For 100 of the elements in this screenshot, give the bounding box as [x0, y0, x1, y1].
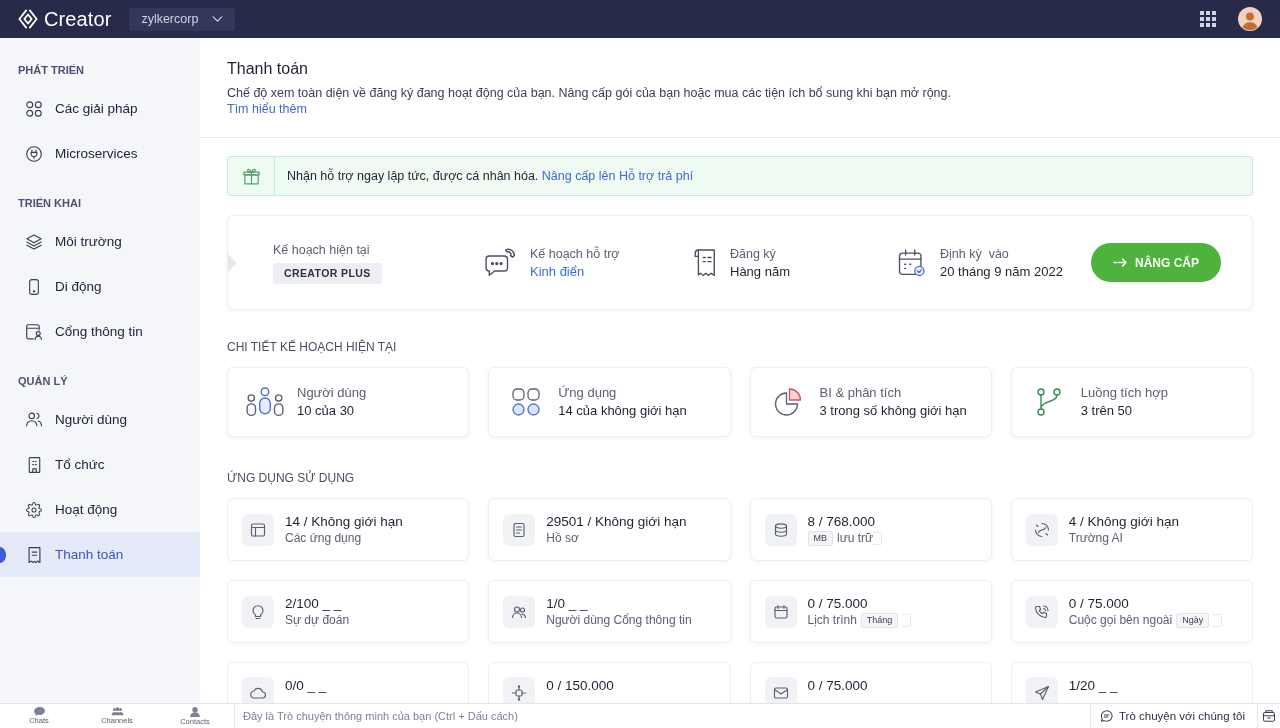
- sidebar-item[interactable]: Cổng thông tin: [0, 309, 200, 354]
- empty-box-icon: [902, 613, 912, 627]
- chat-phone-icon: [484, 247, 516, 278]
- chat-bubble-icon: [33, 707, 45, 716]
- usage-label: Sự dự đoán: [285, 612, 350, 628]
- usage-value: 0/0 _ _: [285, 677, 327, 694]
- usage-label: Người dùng Cổng thông tin: [546, 612, 692, 628]
- sidebar-item[interactable]: Người dùng: [0, 397, 200, 442]
- banner-message: Nhận hỗ trợ ngay lập tức, được cá nhân hóa. Nâng cấp lên Hỗ trợ trả phí: [287, 169, 694, 183]
- bulb-icon: [242, 595, 274, 628]
- app-name: Creator: [44, 7, 112, 31]
- plan-label: Đăng ký: [730, 245, 776, 263]
- users-icon: [26, 412, 42, 427]
- sidebar-item[interactable]: Môi trường: [0, 219, 200, 264]
- usage-value: 1/20 _ _: [1068, 677, 1118, 694]
- detail-label: BI & phân tích: [819, 384, 902, 402]
- detail-label: Ứng dụng: [558, 384, 617, 402]
- users-icon: [503, 595, 536, 628]
- usage-value: 0 / 75.000: [807, 677, 868, 694]
- sidebar-item[interactable]: Di động: [0, 264, 200, 309]
- chat-icon: [1101, 710, 1113, 722]
- chat-input-field[interactable]: Đây là Trò chuyện thông minh của bạn (Ctrl + Dấu cách): [234, 704, 1090, 728]
- usage-value: 29501 / Không giới hạn: [546, 513, 687, 530]
- group-icon: [110, 707, 124, 716]
- receipt-icon: [27, 546, 41, 563]
- building-icon: [27, 456, 41, 473]
- apps-grid-icon: [512, 388, 541, 416]
- usage-value: 0 / 75.000: [807, 595, 868, 612]
- calendar-check-icon: [898, 248, 926, 277]
- plan-value: Hàng năm: [730, 262, 790, 281]
- layout-icon: [242, 513, 274, 546]
- detail-value: 10 của 30: [297, 402, 355, 420]
- empty-box-icon: [873, 531, 883, 545]
- plan-value: 20 tháng 9 năm 2022: [940, 262, 1063, 281]
- usage-label: Các ứng dụng: [285, 530, 362, 546]
- apps-grid-icon[interactable]: [1200, 11, 1216, 27]
- database-icon: [764, 513, 797, 546]
- usage-label: Hồ sơ: [546, 530, 579, 546]
- person-icon: [190, 706, 200, 717]
- sidebar-item[interactable]: Hoạt động: [0, 487, 200, 532]
- settings-icon: [26, 501, 42, 518]
- document-icon: [694, 248, 716, 277]
- branch-icon: [1036, 388, 1061, 416]
- chat-with-us-button[interactable]: Trò chuyện với chúng tôi: [1090, 704, 1257, 728]
- section-title: ỨNG DỤNG SỬ DỤNG: [227, 470, 355, 486]
- plug-icon: [26, 145, 42, 162]
- people-group-icon: [246, 387, 284, 417]
- unit-tag: MB: [807, 530, 833, 546]
- document-icon: [503, 513, 536, 546]
- usage-value: 14 / Không giới hạn: [285, 513, 403, 530]
- page-description: Chế độ xem toàn diện về đăng ký đang hoạt động của bạn. Nâng cấp gói của bạn hoặc mua các tiện ích bổ sung khi bạn mở rộng. Tìm hiểu thêm: [227, 85, 952, 117]
- window-user-icon: [26, 323, 42, 340]
- gift-icon: [242, 167, 260, 185]
- sidebar-item[interactable]: Tổ chức: [0, 442, 200, 487]
- avatar-icon[interactable]: [1238, 7, 1262, 31]
- page-title: Thanh toán: [227, 59, 308, 79]
- usage-value: 4 / Không giới hạn: [1068, 513, 1179, 530]
- detail-label: Luồng tích hợp: [1080, 384, 1169, 402]
- plan-label: Kế hoạch hiện tại: [273, 242, 370, 259]
- learn-more-link[interactable]: Tìm hiểu thêm: [227, 102, 307, 116]
- plan-label: Kế hoạch hỗ trợ: [530, 245, 620, 263]
- usage-value: 8 / 768.000: [807, 513, 876, 530]
- usage-label: Lịch trình: [807, 612, 857, 628]
- org-dropdown[interactable]: zylkercorp: [129, 7, 236, 31]
- section-heading: PHÁT TRIỂN: [18, 63, 84, 77]
- plan-label: Định kỳ vào: [940, 245, 1009, 263]
- sidebar-item[interactable]: Microservices: [0, 131, 200, 176]
- layers-icon: [26, 233, 42, 250]
- unit-tag: Ngày: [1176, 612, 1210, 628]
- pie-chart-icon: [773, 388, 802, 416]
- sidebar-item[interactable]: Thanh toán: [0, 532, 200, 577]
- usage-label: lưu trữ: [837, 530, 874, 546]
- phone-call-icon: [1025, 595, 1058, 628]
- usage-value: 0 / 150.000: [546, 677, 614, 694]
- empty-box-icon: [1213, 613, 1223, 627]
- detail-label: Người dùng: [297, 384, 367, 402]
- arrow-right-icon: [1113, 258, 1127, 267]
- usage-value: 1/0 _ _: [546, 595, 588, 612]
- calendar-icon: [764, 595, 797, 628]
- usage-value: 0 / 75.000: [1068, 595, 1129, 612]
- logo-icon: [18, 9, 38, 29]
- section-heading: TRIỂN KHAI: [18, 196, 81, 210]
- marker-icon: [0, 546, 6, 563]
- upgrade-support-link[interactable]: Nâng cấp lên Hỗ trợ trả phí: [541, 169, 694, 183]
- usage-label: Trường AI: [1068, 530, 1123, 546]
- plan-badge: CREATOR PLUS: [273, 263, 382, 284]
- detail-value: 3 trên 50: [1080, 402, 1133, 420]
- detail-value: 3 trong số không giới hạn: [819, 402, 967, 420]
- support-plan-link[interactable]: Kinh điển: [530, 262, 585, 281]
- chevron-down-icon: [212, 16, 224, 22]
- section-title: CHI TIẾT KẾ HOẠCH HIỆN TẠI: [227, 339, 397, 355]
- detail-value: 14 của không giới hạn: [558, 402, 687, 420]
- swirl-icon: [1025, 513, 1058, 546]
- section-heading: QUẢN LÝ: [18, 374, 68, 388]
- unit-tag: Tháng: [860, 612, 899, 628]
- archive-icon[interactable]: [1263, 710, 1275, 722]
- circles-grid-icon: [26, 100, 42, 117]
- usage-label: Cuộc gọi bên ngoài: [1068, 612, 1173, 628]
- sidebar-item[interactable]: Các giải pháp: [0, 86, 200, 131]
- usage-value: 2/100 _ _: [285, 595, 342, 612]
